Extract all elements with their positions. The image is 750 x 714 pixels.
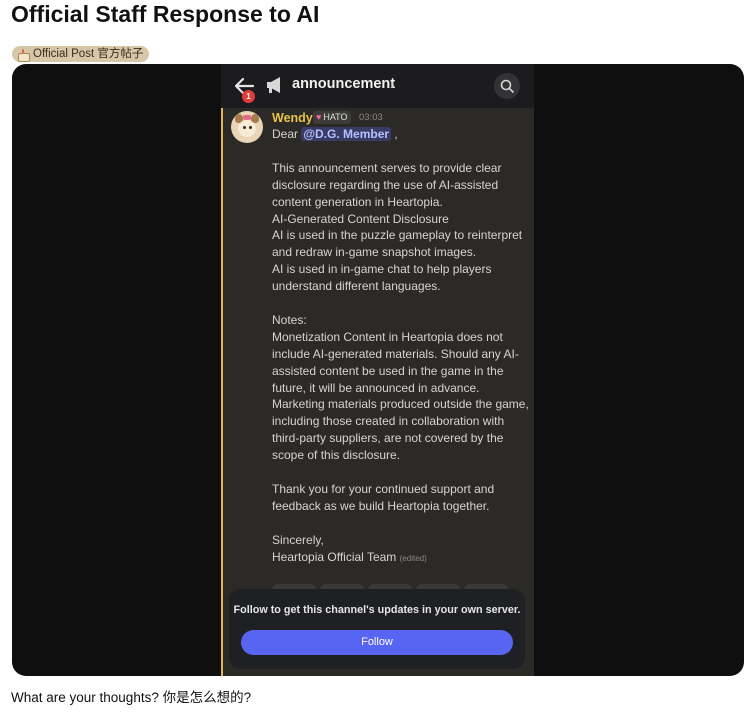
signature-line: Heartopia Official Team (edited) [272, 549, 530, 568]
disclosure-point-1: AI is used in the puzzle gameplay to rei… [272, 228, 523, 260]
signature: Heartopia Official Team [272, 549, 397, 564]
greeting-line: Dear @D.G. Member , [272, 126, 530, 143]
follow-card: Follow to get this channel's updates in … [229, 589, 525, 669]
post-title: Official Staff Response to AI [11, 1, 320, 27]
notes-title: Notes: [272, 312, 307, 327]
avatar-face [238, 120, 256, 137]
channel-header: 1 announcement › [221, 64, 534, 108]
search-button[interactable] [494, 73, 520, 99]
search-icon [500, 79, 514, 93]
role-badge: ♥ HATO [313, 111, 351, 124]
message-timestamp: 03:03 [359, 112, 383, 123]
avatar[interactable] [231, 111, 263, 143]
tag-label: Official Post 官方帖子 [33, 48, 144, 60]
avatar-bow [243, 115, 251, 120]
greeting-suffix: , [391, 127, 398, 141]
author-name[interactable]: Wendy [272, 111, 313, 125]
megaphone-icon [267, 77, 280, 93]
phone-screenshot: 1 announcement › Wendy ♥ HATO 03:03 Dear… [221, 64, 534, 676]
heart-icon: ♥ [316, 112, 322, 122]
thanks-paragraph: Thank you for your continued support and… [272, 481, 495, 513]
avatar-eye [243, 126, 246, 129]
notification-badge: 1 [242, 90, 255, 103]
channel-name[interactable]: announcement [292, 76, 395, 92]
chevron-right-icon: › [390, 76, 395, 92]
note-2: Marketing materials produced outside the… [272, 397, 529, 463]
edited-label: (edited) [399, 553, 427, 563]
highlight-bar [221, 108, 223, 676]
signoff: Sincerely, [272, 532, 324, 547]
intro-paragraph: This announcement serves to provide clea… [272, 160, 502, 209]
avatar-eye [249, 126, 252, 129]
role-badge-label: HATO [323, 112, 348, 122]
follow-button[interactable]: Follow [241, 630, 513, 655]
greeting-prefix: Dear [272, 127, 302, 141]
follow-prompt: Follow to get this channel's updates in … [233, 604, 521, 616]
post-image[interactable]: 1 announcement › Wendy ♥ HATO 03:03 Dear… [12, 64, 744, 676]
message-body: Dear @D.G. Member , This announcement se… [272, 126, 530, 568]
cake-icon [17, 48, 30, 62]
official-post-tag[interactable]: Official Post 官方帖子 [12, 46, 150, 62]
post-caption: What are your thoughts? 你是怎么想的? [11, 690, 252, 705]
user-mention[interactable]: @D.G. Member [301, 127, 392, 141]
section-title: AI-Generated Content Disclosure [272, 211, 449, 226]
note-1: Monetization Content in Heartopia does n… [272, 329, 519, 395]
disclosure-point-2: AI is used in in-game chat to help playe… [272, 262, 492, 294]
